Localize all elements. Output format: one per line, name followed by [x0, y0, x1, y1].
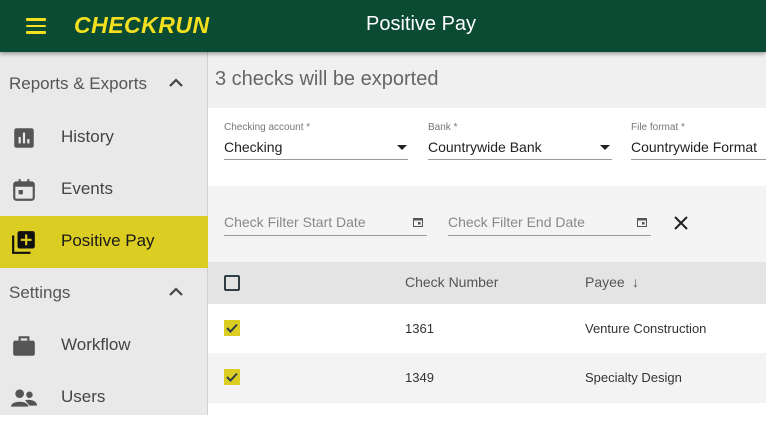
- main-content: 3 checks will be exported Checking accou…: [208, 52, 766, 415]
- checking-account-value: Checking: [224, 139, 283, 155]
- row-checkbox[interactable]: [224, 369, 240, 385]
- checking-account-label: Checking account *: [224, 122, 311, 133]
- end-date-placeholder: Check Filter End Date: [448, 214, 585, 230]
- file-format-label: File format *: [631, 122, 685, 133]
- bank-value: Countrywide Bank: [428, 139, 542, 155]
- sort-arrow-icon[interactable]: ↓: [632, 274, 639, 290]
- field-underline: [631, 159, 766, 160]
- people-icon: [11, 389, 37, 407]
- field-underline: [224, 159, 408, 160]
- chevron-up-icon[interactable]: [168, 287, 184, 297]
- hamburger-menu-icon[interactable]: [26, 18, 46, 34]
- sidebar-item-label: Workflow: [61, 335, 131, 354]
- date-picker-icon[interactable]: [413, 217, 423, 227]
- end-date-input[interactable]: Check Filter End Date: [448, 214, 651, 236]
- column-header-check-number[interactable]: Check Number: [405, 274, 498, 290]
- check-number-cell: 1349: [405, 370, 434, 385]
- payee-cell: Venture Construction: [585, 321, 707, 336]
- library-add-icon: [12, 231, 35, 254]
- sidebar-item-workflow[interactable]: Workflow: [0, 320, 208, 372]
- page-title: Positive Pay: [366, 13, 477, 35]
- date-picker-icon[interactable]: [637, 217, 647, 227]
- sidebar-item-events[interactable]: Events: [0, 164, 208, 216]
- calendar-icon: [13, 179, 35, 201]
- field-underline: [224, 235, 427, 236]
- sidebar-item-label: History: [61, 127, 114, 146]
- table-header: Check Number Payee ↓: [208, 262, 766, 304]
- sidebar: Reports & Exports History Events Positiv…: [0, 52, 208, 415]
- dropdown-arrow-icon[interactable]: [600, 145, 610, 150]
- sidebar-item-history[interactable]: History: [0, 112, 208, 164]
- app-logo[interactable]: CHECKRUN: [74, 12, 210, 39]
- sidebar-item-label: Positive Pay: [61, 231, 155, 250]
- table-row[interactable]: 1349 Specialty Design: [208, 353, 766, 403]
- file-format-value: Countrywide Format: [631, 139, 758, 155]
- check-number-cell: 1361: [405, 321, 434, 336]
- field-underline: [428, 159, 612, 160]
- briefcase-icon: [13, 336, 35, 356]
- row-checkbox[interactable]: [224, 320, 240, 336]
- date-filter-bar: Check Filter Start Date Check Filter End…: [208, 186, 766, 262]
- sidebar-item-label: Events: [61, 179, 113, 198]
- sidebar-section-settings[interactable]: Settings: [0, 269, 208, 319]
- sidebar-item-users[interactable]: Users: [0, 372, 208, 424]
- column-header-payee[interactable]: Payee: [585, 274, 625, 290]
- bank-select[interactable]: Bank * Countrywide Bank: [428, 122, 612, 162]
- sidebar-section-reports-exports[interactable]: Reports & Exports: [0, 60, 208, 110]
- file-format-select[interactable]: File format * Countrywide Format: [631, 122, 766, 162]
- bar-chart-icon: [14, 128, 34, 148]
- start-date-placeholder: Check Filter Start Date: [224, 214, 366, 230]
- sidebar-section-label: Reports & Exports: [9, 74, 147, 93]
- bank-label: Bank *: [428, 122, 458, 133]
- sidebar-item-label: Users: [61, 387, 106, 406]
- clear-filters-icon[interactable]: [672, 214, 690, 232]
- dropdown-arrow-icon[interactable]: [397, 145, 407, 150]
- export-summary-text: 3 checks will be exported: [215, 68, 439, 90]
- table-row[interactable]: 1361 Venture Construction: [208, 304, 766, 354]
- checking-account-select[interactable]: Checking account * Checking: [224, 122, 408, 162]
- payee-cell: Specialty Design: [585, 370, 682, 385]
- export-summary-bar: 3 checks will be exported: [208, 52, 766, 108]
- chevron-up-icon[interactable]: [168, 78, 184, 88]
- select-all-checkbox[interactable]: [224, 275, 240, 291]
- sidebar-item-positive-pay[interactable]: Positive Pay: [0, 216, 208, 268]
- top-app-bar: CHECKRUN Positive Pay: [0, 0, 766, 52]
- field-underline: [448, 235, 651, 236]
- sidebar-section-label: Settings: [9, 283, 71, 302]
- start-date-input[interactable]: Check Filter Start Date: [224, 214, 427, 236]
